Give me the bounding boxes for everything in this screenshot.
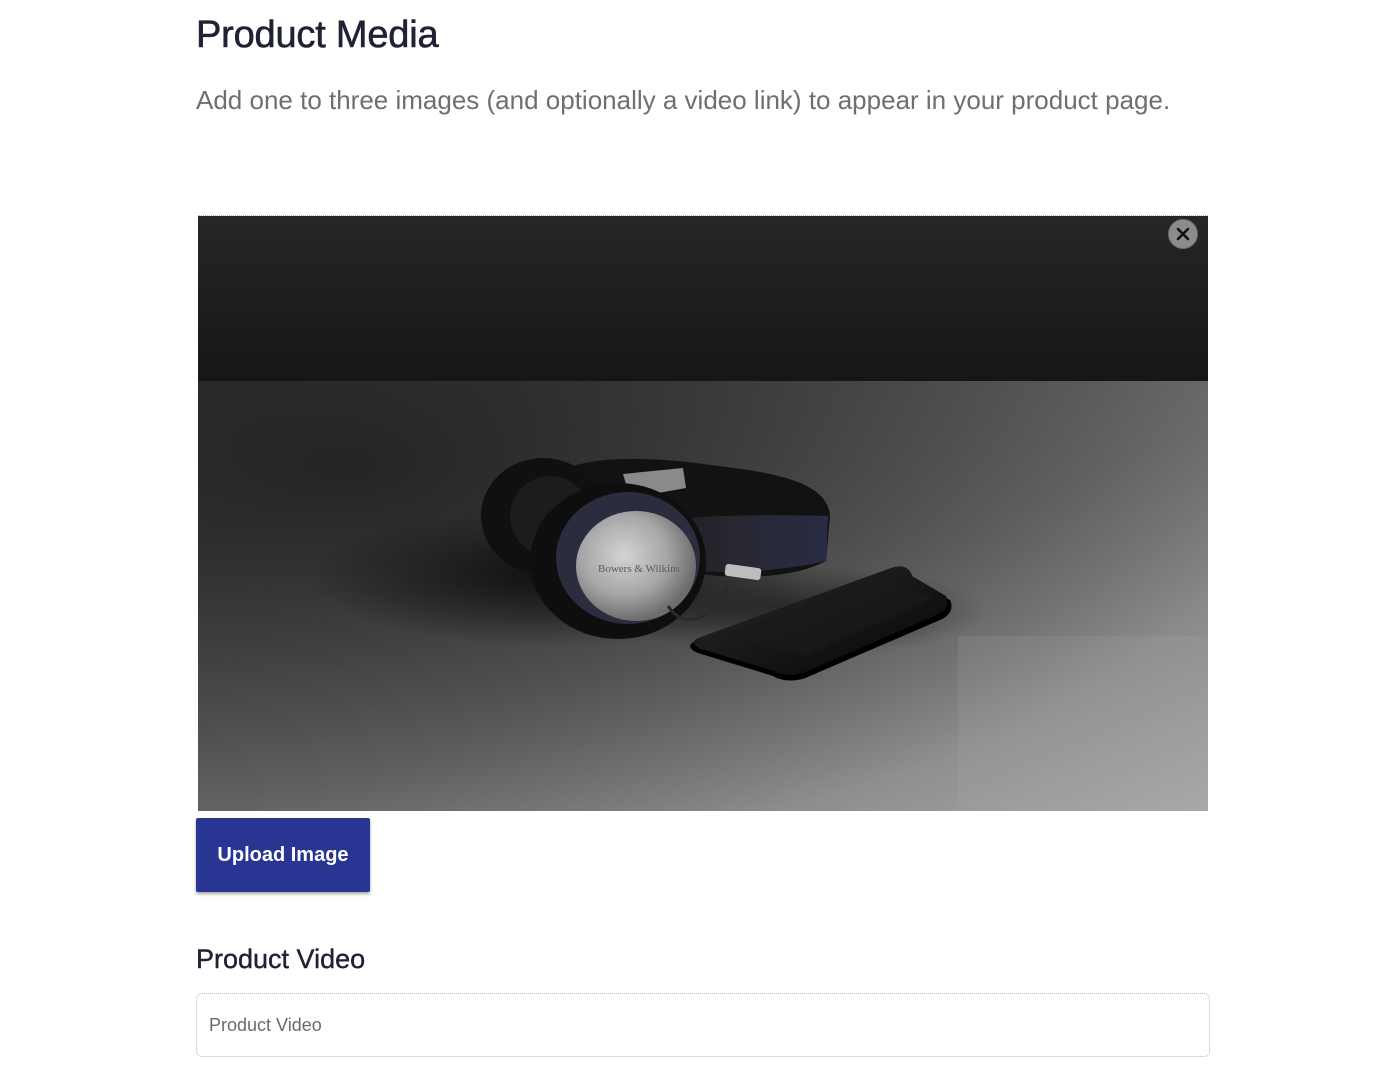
page-title: Product Media [196, 14, 439, 57]
product-video-input[interactable] [196, 993, 1210, 1057]
product-media-page: Product Media Add one to three images (a… [0, 0, 1376, 1088]
remove-image-button[interactable] [1168, 219, 1198, 249]
upload-image-button[interactable]: Upload Image [196, 818, 370, 892]
product-video-title: Product Video [196, 944, 366, 974]
svg-text:Bowers & Wilkins: Bowers & Wilkins [598, 563, 680, 575]
close-icon [1176, 227, 1190, 241]
uploaded-product-image: Bowers & Wilkins [198, 215, 1208, 811]
page-description: Add one to three images (and optionally … [196, 85, 1171, 115]
